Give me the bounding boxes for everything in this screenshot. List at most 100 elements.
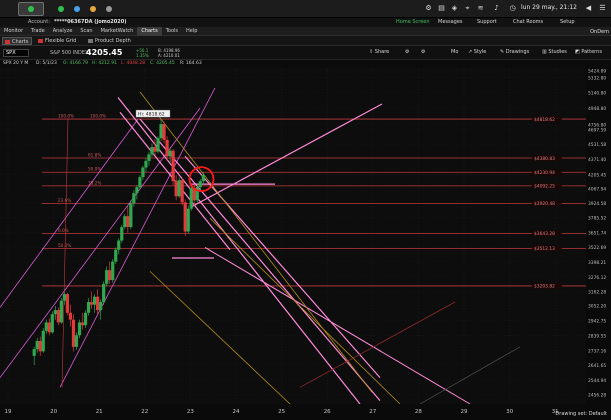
patterns-label: Patterns [581,49,602,55]
share-button[interactable]: ⇪ Share [369,49,389,55]
price-tick-label: 2737.16 [588,348,606,354]
account-selector[interactable]: *****06367DA (jomo2020) [54,19,127,25]
chart-canvas[interactable]: $4818.62 $4380.83 $4230.94 $4092.25 $3920.48… [0,68,611,420]
time-tick-label: 26 [324,409,331,415]
tab-trade[interactable]: Trade [27,27,49,36]
candle-body [180,180,184,203]
candle-body [62,294,66,301]
trendline [189,103,383,209]
fib-percent-label: 100.0% [58,114,74,119]
candle-body [41,330,45,352]
period-button[interactable]: Mo [451,49,458,55]
patterns-button[interactable]: ◩ Patterns [575,49,602,55]
charts-icon [5,40,10,44]
bid-ask-block: B: 4198.96 A: 4210.01 [158,48,180,58]
support-link[interactable]: Support [477,19,497,25]
candle-body [120,227,124,241]
candle-body [135,187,139,194]
price-axis[interactable]: 5424.895332.80 5140.80 4948.80 4756.804697.… [586,68,611,420]
trendline [61,119,69,388]
app-icon[interactable] [96,2,122,16]
volume-icon[interactable]: ◀ [584,4,593,13]
drawing-set-selector[interactable]: Drawing set: Default [555,411,607,417]
candle-body [59,300,63,323]
style-label: Style [473,49,487,55]
trendline [204,247,471,405]
chat-rooms-link[interactable]: Chat Rooms [513,19,543,25]
price-tick-label: 2456.28 [588,393,606,399]
time-tick-label: 20 [50,409,57,415]
clock-text: lun 29 may., 21:12 [521,4,577,11]
trendline [117,97,361,405]
candle-body [35,340,39,350]
price-tick-label: 4371.40 [588,157,606,163]
notifications-icon[interactable]: ☰ [598,4,607,13]
candle-body [93,296,97,305]
style-button[interactable]: ↗ Style [468,49,486,55]
price-tick-label: 2544.94 [588,378,606,384]
tab-tools[interactable]: Tools [162,27,182,36]
price-tick-label: 3651.74 [588,230,606,236]
price-tick-label: 2641.65 [588,363,606,369]
symbol-input[interactable]: SPX [3,49,29,57]
fib-price-tag: $3643.28 [534,231,555,237]
subtab-product-depth[interactable]: Product Depth [86,37,134,45]
price-tick-label: 2839.55 [588,333,606,339]
trendline [0,118,139,308]
candle-body [138,177,142,188]
price-tick-label: 3398.21 [588,260,606,266]
candle-body [77,322,82,336]
drawings-label: Drawings [505,49,530,55]
subtab-flexible-grid[interactable]: Flexible Grid [36,37,79,45]
candle-body [68,312,73,320]
setup-link[interactable]: Setup [560,19,575,25]
tab-monitor[interactable]: Monitor [0,27,27,36]
gear-button-2[interactable]: ⚙ [421,49,425,55]
tab-scan[interactable]: Scan [76,27,96,36]
fib-price-tag: $4380.83 [534,156,555,162]
subtab-flexible-grid-label: Flexible Grid [45,38,77,44]
time-tick-label: 22 [141,409,148,415]
gear-button[interactable]: ⚙ [405,49,409,55]
candle-body [189,188,193,209]
candle-body [126,216,130,228]
candle-body [102,283,106,303]
candle-body [117,240,121,250]
wifi-icon[interactable]: ≋ [476,4,485,13]
candle-body [177,180,181,197]
tab-help[interactable]: Help [182,27,201,36]
price-tick-label: 5140.80 [588,91,606,97]
tab-marketwatch[interactable]: MarketWatch [97,27,138,36]
symbol-description: S&P 500 INDEX [50,50,89,56]
home-screen-link[interactable]: Home Screen [396,19,430,25]
price-chart[interactable]: $4818.62 $4380.83 $4230.94 $4092.25 $3920.48… [0,68,611,420]
time-tick-label: 24 [233,409,240,415]
tab-charts[interactable]: Charts [137,27,162,36]
quote-close: C: 4205.45 [150,61,175,66]
studies-button[interactable]: ▥ Studies [542,49,567,55]
bell-icon[interactable]: ♪ [492,4,501,13]
candle-body [144,160,148,168]
candle-body [38,340,42,352]
settings-icon[interactable]: ⚙ [424,4,433,13]
price-tick-label: 4531.58 [588,142,606,148]
folder-icon[interactable]: ▤ [437,4,446,13]
ondemand-button[interactable]: OnDem [590,29,609,35]
subtab-charts[interactable]: Charts [2,37,33,45]
candle-body [171,150,175,182]
fib-percent-label: 50.0% [88,167,101,172]
location-icon[interactable]: ⌖ [463,4,472,13]
time-axis[interactable]: 19 20 21 22 23 24 25 26 27 28 29 30 31 [0,404,611,420]
quote-symbol[interactable]: SPX 20 Y M [3,61,28,66]
messages-link[interactable]: Messages [438,19,463,25]
drawings-button[interactable]: ✎ Drawings [500,49,529,55]
subtab-charts-label: Charts [12,39,29,45]
price-tick-label: 4205.45 [588,173,606,179]
candle-body [65,294,70,313]
gear-icon: ⚙ [405,49,410,55]
tab-analyze[interactable]: Analyze [49,27,77,36]
chat-icon[interactable]: ◈ [450,4,459,13]
fib-percent-label: 61.8% [88,153,101,158]
percent-change: 1.35% [136,53,149,58]
app-icon-active[interactable] [18,2,44,16]
